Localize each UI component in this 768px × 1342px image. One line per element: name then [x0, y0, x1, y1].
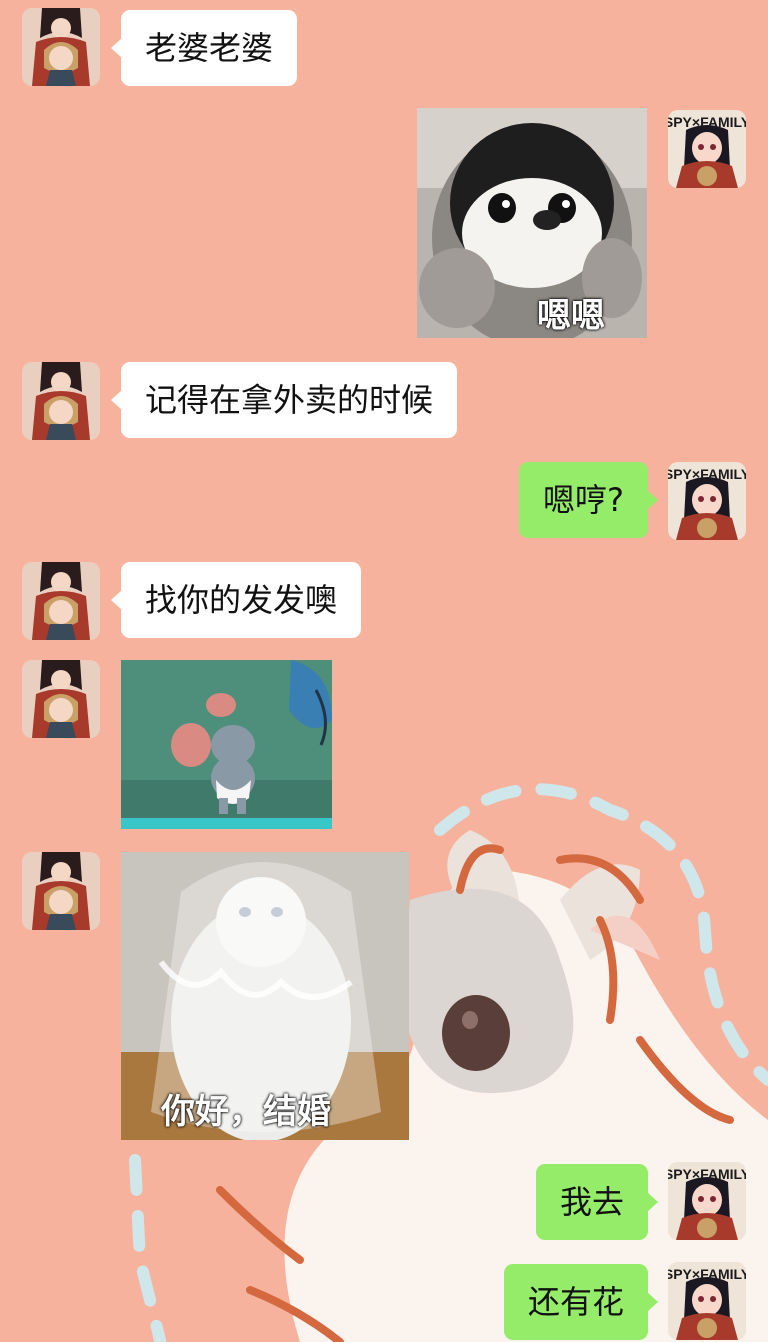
spy-family-avatar-icon: SPY×FAMILY — [668, 462, 746, 540]
anime-couple-avatar-icon — [22, 852, 100, 930]
message-row: 嗯嗯 SPY×FAMILY — [0, 108, 768, 340]
self-avatar[interactable]: SPY×FAMILY — [668, 1162, 746, 1240]
message-row — [0, 660, 768, 832]
anime-couple-avatar-icon — [22, 562, 100, 640]
cartoon-mouse-sticker[interactable] — [121, 660, 332, 829]
self-avatar[interactable]: SPY×FAMILY — [668, 462, 746, 540]
anime-couple-avatar-icon — [22, 660, 100, 738]
contact-avatar[interactable] — [22, 562, 100, 640]
sticker-caption: 你好，结婚 — [161, 1092, 331, 1132]
anime-couple-avatar-icon — [22, 8, 100, 86]
message-row: 老婆老婆 — [0, 8, 768, 88]
anime-couple-avatar-icon — [22, 362, 100, 440]
cat-with-veil-sticker[interactable]: 你好，结婚 — [121, 852, 409, 1140]
chat-bubble-text[interactable]: 我去 — [535, 1164, 659, 1240]
chat-bubble-text[interactable]: 还有花 — [503, 1264, 659, 1340]
cartoon-mouse-icon — [121, 660, 332, 829]
contact-avatar[interactable] — [22, 362, 100, 440]
contact-avatar[interactable] — [22, 8, 100, 86]
contact-avatar[interactable] — [22, 852, 100, 930]
message-row: 嗯哼? SPY×FAMILY — [0, 462, 768, 542]
self-avatar[interactable]: SPY×FAMILY — [668, 110, 746, 188]
spy-family-avatar-icon: SPY×FAMILY — [668, 1262, 746, 1340]
message-row: 找你的发发噢 — [0, 562, 768, 642]
chat-bubble-text[interactable]: 找你的发发噢 — [110, 562, 362, 638]
message-row: 你好，结婚 — [0, 852, 768, 1142]
message-row: 还有花 SPY×FAMILY — [0, 1262, 768, 1342]
message-row: 记得在拿外卖的时候 — [0, 362, 768, 442]
contact-avatar[interactable] — [22, 660, 100, 738]
penguin-plush-sticker[interactable]: 嗯嗯 — [417, 108, 647, 338]
sticker-caption: 嗯嗯 — [537, 296, 605, 336]
penguin-plush-icon — [417, 108, 647, 338]
message-row: 我去 SPY×FAMILY — [0, 1162, 768, 1242]
spy-family-avatar-icon: SPY×FAMILY — [668, 110, 746, 188]
spy-family-avatar-icon: SPY×FAMILY — [668, 1162, 746, 1240]
chat-bubble-text[interactable]: 嗯哼? — [519, 462, 658, 538]
chat-bubble-text[interactable]: 记得在拿外卖的时候 — [110, 362, 458, 438]
self-avatar[interactable]: SPY×FAMILY — [668, 1262, 746, 1340]
chat-bubble-text[interactable]: 老婆老婆 — [110, 10, 298, 86]
